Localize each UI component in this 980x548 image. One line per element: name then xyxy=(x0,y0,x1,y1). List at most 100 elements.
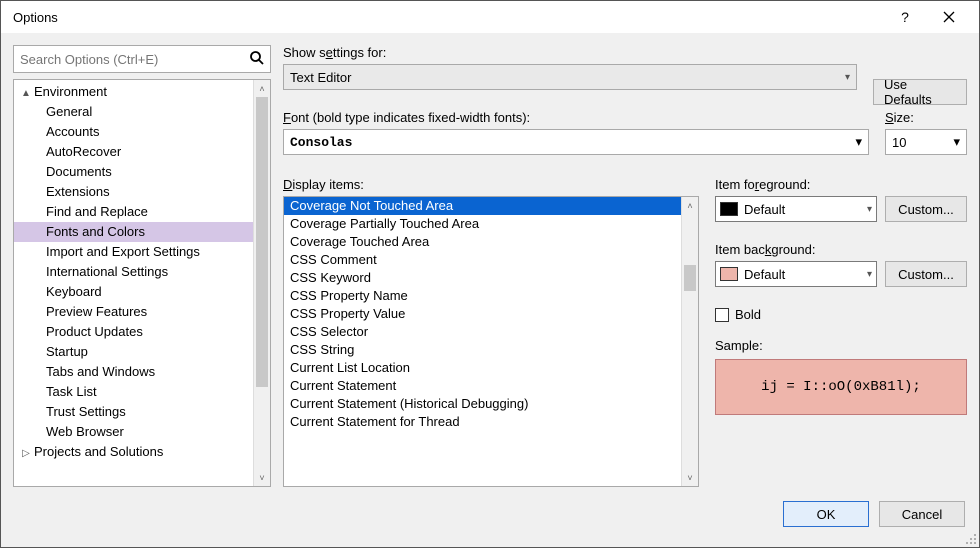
tree-items: ▲Environment General Accounts AutoRecover Do… xyxy=(14,80,253,486)
tree-item[interactable]: Accounts xyxy=(14,122,253,142)
bg-custom-button[interactable]: Custom... xyxy=(885,261,967,287)
list-scrollbar[interactable]: ˄ ˅ xyxy=(681,197,698,486)
list-item[interactable]: CSS Selector xyxy=(284,323,681,341)
bg-swatch xyxy=(720,267,738,281)
tree-item[interactable]: Fonts and Colors xyxy=(14,222,253,242)
tree-item-label: Preview Features xyxy=(46,304,147,319)
sample-label: Sample: xyxy=(715,338,967,353)
tree-item-label: General xyxy=(46,104,92,119)
list-item[interactable]: Coverage Touched Area xyxy=(284,233,681,251)
tree-item[interactable]: Preview Features xyxy=(14,302,253,322)
sidebar: ▲Environment General Accounts AutoRecover Do… xyxy=(13,45,271,487)
tree-item[interactable]: Tabs and Windows xyxy=(14,362,253,382)
tree-item-label: Documents xyxy=(46,164,112,179)
size-select[interactable]: 10 ▾ xyxy=(885,129,967,155)
tree-item-label: Find and Replace xyxy=(46,204,148,219)
tree-item[interactable]: General xyxy=(14,102,253,122)
chevron-down-icon: ▾ xyxy=(867,269,872,280)
tree-item-label: Product Updates xyxy=(46,324,143,339)
scroll-down-icon[interactable]: ˅ xyxy=(682,469,698,486)
show-settings-select[interactable]: Text Editor ▾ xyxy=(283,64,857,90)
tree-item[interactable]: Task List xyxy=(14,382,253,402)
tree-item[interactable]: Product Updates xyxy=(14,322,253,342)
show-settings-label: Show settings for: xyxy=(283,45,857,60)
scroll-down-icon[interactable]: ˅ xyxy=(254,469,270,486)
list-item[interactable]: CSS Comment xyxy=(284,251,681,269)
tree-item[interactable]: Find and Replace xyxy=(14,202,253,222)
item-fg-label: Item foreground: xyxy=(715,177,967,192)
tree-item-label: Web Browser xyxy=(46,424,124,439)
collapse-icon[interactable]: ▲ xyxy=(20,84,32,104)
tree-item[interactable]: ▷Projects and Solutions xyxy=(14,442,253,462)
fg-swatch xyxy=(720,202,738,216)
tree-item[interactable]: Extensions xyxy=(14,182,253,202)
list-item[interactable]: CSS String xyxy=(284,341,681,359)
tree-item[interactable]: Keyboard xyxy=(14,282,253,302)
tree-item-label: Accounts xyxy=(46,124,99,139)
search-input[interactable] xyxy=(13,45,271,73)
list-item[interactable]: Current Statement xyxy=(284,377,681,395)
font-select[interactable]: Consolas ▾ xyxy=(283,129,869,155)
tree-item[interactable]: Import and Export Settings xyxy=(14,242,253,262)
tree-item[interactable]: Startup xyxy=(14,342,253,362)
tree-item-label: AutoRecover xyxy=(46,144,121,159)
chevron-down-icon: ▾ xyxy=(867,204,872,215)
ok-button[interactable]: OK xyxy=(783,501,869,527)
sample-preview: ij = I::oO(0xB81l); xyxy=(715,359,967,415)
tree-item-label: Keyboard xyxy=(46,284,102,299)
dialog-body: ▲Environment General Accounts AutoRecover Do… xyxy=(1,33,979,493)
tree-item-label: Startup xyxy=(46,344,88,359)
tree-item[interactable]: AutoRecover xyxy=(14,142,253,162)
tree-scrollbar[interactable]: ˄ ˅ xyxy=(253,80,270,486)
search-box xyxy=(13,45,271,73)
use-defaults-wrap: Use Defaults xyxy=(873,57,967,105)
tree-item[interactable]: ▲Environment xyxy=(14,82,253,102)
resize-grip-icon[interactable] xyxy=(965,533,977,545)
close-icon xyxy=(943,11,955,23)
list-item[interactable]: Current List Location xyxy=(284,359,681,377)
item-bg-select[interactable]: Default ▾ xyxy=(715,261,877,287)
item-fg-select[interactable]: Default ▾ xyxy=(715,196,877,222)
expand-icon[interactable]: ▷ xyxy=(20,444,32,464)
tree-item-label: International Settings xyxy=(46,264,168,279)
color-panel: Item foreground: Default ▾ Custom... Ite… xyxy=(715,177,967,487)
chevron-down-icon: ▾ xyxy=(845,72,850,83)
window-title: Options xyxy=(13,10,883,25)
dialog-footer: OK Cancel xyxy=(1,493,979,547)
tree-item-label: Tabs and Windows xyxy=(46,364,155,379)
chevron-down-icon: ▾ xyxy=(855,134,862,150)
tree-item[interactable]: Web Browser xyxy=(14,422,253,442)
tree-item[interactable]: International Settings xyxy=(14,262,253,282)
list-item[interactable]: Coverage Partially Touched Area xyxy=(284,215,681,233)
fg-custom-button[interactable]: Custom... xyxy=(885,196,967,222)
titlebar: Options ? xyxy=(1,1,979,33)
checkbox-box xyxy=(715,308,729,322)
tree-item-label: Environment xyxy=(34,84,107,99)
list-item[interactable]: CSS Keyword xyxy=(284,269,681,287)
bold-checkbox[interactable]: Bold xyxy=(715,307,967,322)
options-dialog: Options ? ▲Environment General Accounts Aut… xyxy=(0,0,980,548)
tree-item[interactable]: Documents xyxy=(14,162,253,182)
search-icon xyxy=(249,50,265,69)
font-label: Font (bold type indicates fixed-width fo… xyxy=(283,110,869,125)
help-button[interactable]: ? xyxy=(883,2,927,32)
chevron-down-icon: ▾ xyxy=(953,134,960,150)
use-defaults-button[interactable]: Use Defaults xyxy=(873,79,967,105)
tree-item-label: Extensions xyxy=(46,184,110,199)
list-item[interactable]: Coverage Not Touched Area xyxy=(284,197,681,215)
list-item[interactable]: CSS Property Name xyxy=(284,287,681,305)
list-item[interactable]: CSS Property Value xyxy=(284,305,681,323)
close-button[interactable] xyxy=(927,2,971,32)
scroll-up-icon[interactable]: ˄ xyxy=(254,80,270,97)
tree-item[interactable]: Trust Settings xyxy=(14,402,253,422)
scroll-up-icon[interactable]: ˄ xyxy=(682,197,698,214)
cancel-button[interactable]: Cancel xyxy=(879,501,965,527)
display-items[interactable]: Coverage Not Touched AreaCoverage Partia… xyxy=(284,197,681,486)
size-label: Size: xyxy=(885,110,967,125)
tree-item-label: Projects and Solutions xyxy=(34,444,163,459)
main-panel: Use Defaults Show settings for: Text Edi… xyxy=(283,45,967,487)
list-item[interactable]: Current Statement for Thread xyxy=(284,413,681,431)
scroll-thumb[interactable] xyxy=(684,265,696,291)
scroll-thumb[interactable] xyxy=(256,97,268,387)
list-item[interactable]: Current Statement (Historical Debugging) xyxy=(284,395,681,413)
